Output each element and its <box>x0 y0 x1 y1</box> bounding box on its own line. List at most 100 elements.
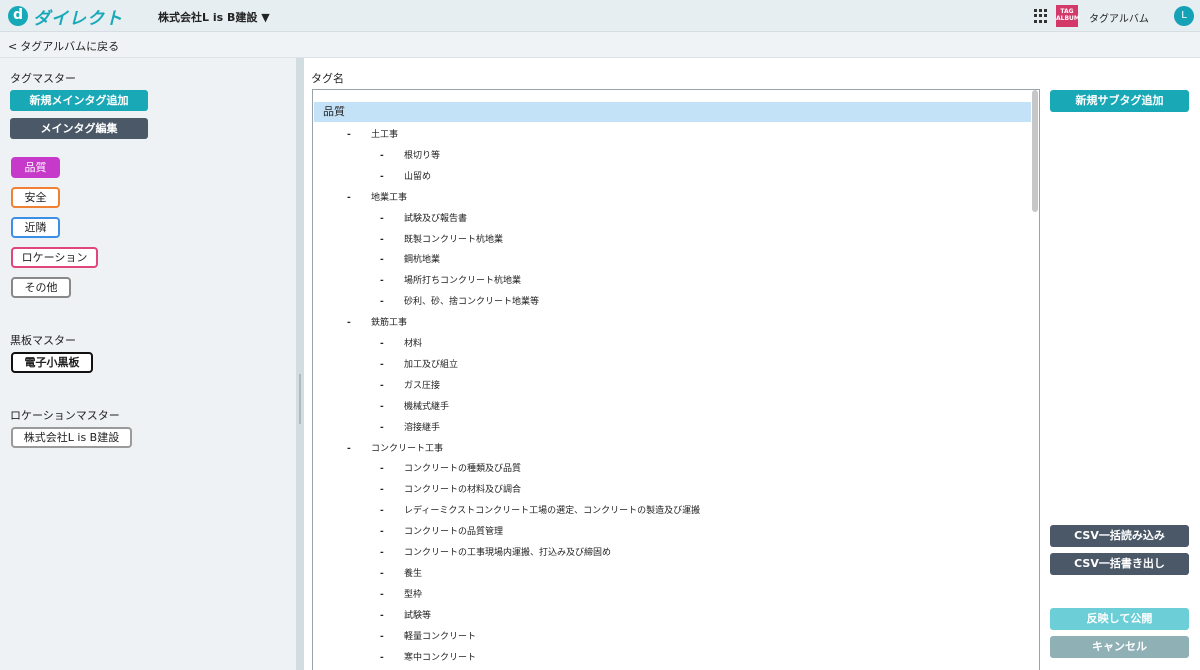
tree-node-label: コンクリートの種類及び品質 <box>404 464 522 475</box>
tree-node-label: コンクリート工事 <box>371 443 444 454</box>
tree-bullet: - <box>380 631 384 642</box>
tree-node-category[interactable]: - コンクリート工事 <box>347 441 443 454</box>
tree-bullet: - <box>380 610 384 621</box>
tree-node-subcategory[interactable]: - コンクリートの品質管理 <box>380 524 503 537</box>
tree-node-label: 加工及び組立 <box>404 359 459 370</box>
tree-node-category[interactable]: - 土工事 <box>347 127 398 140</box>
sidebar: タグマスター 新規メインタグ追加 メインタグ編集 品質 安全 近隣 ロケーション… <box>0 58 296 670</box>
tree-bullet: - <box>347 318 351 329</box>
tree-bullet: - <box>380 527 384 538</box>
tree-node-subcategory[interactable]: - 寒中コンクリート <box>380 650 476 663</box>
edit-main-tag-button[interactable]: メインタグ編集 <box>10 118 148 139</box>
company-selector[interactable]: 株式会社L is B建設 ▼ <box>158 9 270 25</box>
tag-name-label: タグ名 <box>311 72 344 85</box>
tree-node-label: 砂利、砂、捨コンクリート地業等 <box>404 297 540 308</box>
tree-node-subcategory[interactable]: - コンクリートの工事現場内運搬、打込み及び締固め <box>380 545 611 558</box>
tree-root-quality[interactable]: 品質 <box>314 102 1031 122</box>
logo-text: ダイレクト <box>33 8 123 29</box>
tree-node-subcategory[interactable]: - 既製コンクリート杭地業 <box>380 232 503 245</box>
tree-node-label: コンクリートの工事現場内運搬、打込み及び締固め <box>404 548 612 558</box>
tree-node-subcategory[interactable]: - 根切り等 <box>380 148 440 161</box>
tree-node-subcategory[interactable]: - コンクリートの材料及び調合 <box>380 482 521 495</box>
tag-chip-location[interactable]: ロケーション <box>11 247 98 268</box>
tree-node-label: 溶接継手 <box>404 422 441 433</box>
tag-master-title: タグマスター <box>10 72 76 85</box>
tree-node-label: 鉄筋工事 <box>371 318 408 329</box>
tree-bullet: - <box>380 297 384 308</box>
tree-node-subcategory[interactable]: - 試験等 <box>380 608 431 621</box>
tree-bullet: - <box>380 380 384 391</box>
back-link-label: タグアルバムに戻る <box>20 40 120 53</box>
tree-bullet: - <box>380 485 384 496</box>
tree-node-subcategory[interactable]: - 加工及び組立 <box>380 357 458 370</box>
tree-bullet: - <box>380 213 384 224</box>
tree-node-subcategory[interactable]: - 溶接継手 <box>380 420 440 433</box>
tag-chip-safety[interactable]: 安全 <box>11 187 60 208</box>
tree-node-label: 試験等 <box>404 610 432 621</box>
tag-album-label: タグアルバム <box>1089 14 1149 25</box>
tree-node-label: 養生 <box>404 568 423 579</box>
board-master-title: 黒板マスター <box>10 334 76 347</box>
tree-node-subcategory[interactable]: - 軽量コンクリート <box>380 629 476 642</box>
tree-node-label: コンクリートの品質管理 <box>404 527 504 538</box>
tree-bullet: - <box>347 130 351 140</box>
tree-node-subcategory[interactable]: - 鋼杭地業 <box>380 252 440 265</box>
tree-node-subcategory[interactable]: - 材料 <box>380 336 422 349</box>
tree-node-subcategory[interactable]: - ガス圧接 <box>380 378 440 391</box>
tree-node-subcategory[interactable]: - 山留め <box>380 169 431 182</box>
tree-node-subcategory[interactable]: - 試験及び報告書 <box>380 211 467 224</box>
tree-bullet: - <box>380 255 384 266</box>
tag-chip-neighborhood[interactable]: 近隣 <box>11 217 60 238</box>
tree-node-label: 寒中コンクリート <box>404 652 477 663</box>
tree-node-label: 型枠 <box>404 589 423 600</box>
csv-import-button[interactable]: CSV一括読み込み <box>1050 525 1189 547</box>
tree-bullet: - <box>380 150 384 161</box>
tree-node-label: 機械式継手 <box>404 401 450 412</box>
tree-bullet: - <box>380 548 384 558</box>
app-logo[interactable]: d ダイレクト <box>8 5 123 29</box>
tree-node-category[interactable]: - 鉄筋工事 <box>347 315 407 328</box>
tree-node-subcategory[interactable]: - 場所打ちコンクリート杭地業 <box>380 273 521 286</box>
tree-node-subcategory[interactable]: - 養生 <box>380 566 422 579</box>
csv-export-button[interactable]: CSV一括書き出し <box>1050 553 1189 575</box>
scrollbar-thumb[interactable] <box>1032 90 1038 212</box>
publish-button[interactable]: 反映して公開 <box>1050 608 1189 630</box>
tree-node-subcategory[interactable]: - コンクリートの種類及び品質 <box>380 461 521 474</box>
panel-divider[interactable] <box>296 58 304 670</box>
tree-node-label: 土工事 <box>371 130 399 140</box>
resize-handle[interactable] <box>299 374 301 424</box>
location-master-title: ロケーションマスター <box>10 409 120 422</box>
cancel-button[interactable]: キャンセル <box>1050 636 1189 658</box>
tree-node-label: 地業工事 <box>371 192 408 203</box>
tree-node-category[interactable]: - 地業工事 <box>347 190 407 203</box>
back-to-album-link[interactable]: < タグアルバムに戻る <box>8 38 119 54</box>
tree-bullet: - <box>380 339 384 349</box>
tree-node-subcategory[interactable]: - 型枠 <box>380 587 422 600</box>
add-main-tag-button[interactable]: 新規メインタグ追加 <box>10 90 148 111</box>
tree-node-label: 試験及び報告書 <box>404 213 468 224</box>
chevron-left-icon: < <box>8 39 18 53</box>
electronic-board-button[interactable]: 電子小黒板 <box>11 352 93 373</box>
tag-chip-other[interactable]: その他 <box>11 277 71 298</box>
tree-node-subcategory[interactable]: - レディーミクストコンクリート工場の選定、コンクリートの製造及び運搬 <box>380 503 700 516</box>
logo-mark-icon: d <box>8 6 28 26</box>
apps-grid-icon[interactable] <box>1034 9 1048 23</box>
user-avatar[interactable]: L <box>1174 6 1194 26</box>
tree-bullet: - <box>380 359 384 370</box>
tree-node-label: 既製コンクリート杭地業 <box>404 234 504 245</box>
add-sub-tag-button[interactable]: 新規サブタグ追加 <box>1050 90 1189 112</box>
tree-bullet: - <box>380 464 384 475</box>
back-bar: < タグアルバムに戻る <box>0 32 1200 58</box>
tree-node-label: 根切り等 <box>404 150 441 161</box>
tree-node-label: コンクリートの材料及び調合 <box>404 485 522 496</box>
tag-chip-quality[interactable]: 品質 <box>11 157 60 178</box>
location-company-button[interactable]: 株式会社L is B建設 <box>11 427 132 448</box>
tree-bullet: - <box>347 443 351 454</box>
tree-node-label: 軽量コンクリート <box>404 631 477 642</box>
tree-node-subcategory[interactable]: - 機械式継手 <box>380 399 449 412</box>
tree-node-label: 鋼杭地業 <box>404 255 441 266</box>
tree-bullet: - <box>380 506 384 517</box>
top-bar: d ダイレクト 株式会社L is B建設 ▼ TAG ALBUM タグアルバム … <box>0 0 1200 32</box>
tag-album-logo: TAG ALBUM <box>1056 5 1080 27</box>
tree-node-subcategory[interactable]: - 砂利、砂、捨コンクリート地業等 <box>380 294 539 307</box>
